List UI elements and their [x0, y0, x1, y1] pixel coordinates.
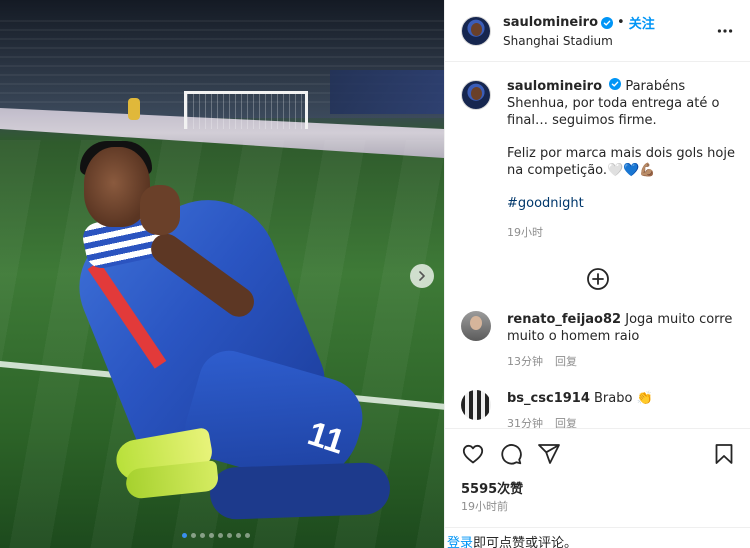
goalkeeper — [128, 98, 140, 120]
login-prompt-text: 即可点赞或评论。 — [473, 536, 578, 548]
reply-button[interactable]: 回复 — [555, 353, 577, 370]
action-bar — [445, 428, 750, 478]
comment-time: 13分钟 — [507, 355, 543, 368]
post-timestamp: 19小时前 — [461, 500, 508, 513]
avatar[interactable] — [461, 15, 491, 46]
share-button[interactable] — [537, 442, 561, 466]
comment-bubble-icon — [501, 443, 522, 464]
like-button[interactable] — [461, 442, 485, 466]
post-header: saulomineiro • 关注 Shanghai Stadium — [445, 0, 750, 62]
comment-time: 31分钟 — [507, 417, 543, 428]
login-prompt: 登录即可点赞或评论。 — [445, 527, 750, 548]
caption-time: 19小时 — [507, 226, 543, 239]
load-more-comments-button[interactable] — [445, 267, 750, 291]
more-options-button[interactable] — [714, 28, 736, 34]
heart-icon — [462, 444, 484, 463]
plus-circle-icon — [586, 268, 609, 290]
carousel-dot — [209, 533, 214, 538]
comment-username[interactable]: bs_csc1914 — [507, 391, 590, 406]
caption-username[interactable]: saulomineiro — [507, 79, 602, 94]
location-link[interactable]: Shanghai Stadium — [503, 34, 714, 48]
player-leg — [209, 461, 391, 521]
more-horizontal-icon — [717, 28, 733, 33]
next-photo-button[interactable] — [410, 264, 434, 288]
reply-button[interactable]: 回复 — [555, 415, 577, 428]
comment-button[interactable] — [499, 442, 523, 466]
comment-item: renato_feijao82 Joga muito corre muito o… — [445, 311, 750, 370]
avatar[interactable] — [461, 80, 491, 110]
comment-username[interactable]: renato_feijao82 — [507, 312, 621, 327]
comment-item: bs_csc1914 Brabo 👏 31分钟 回复 — [445, 390, 750, 428]
separator-dot: • — [617, 15, 625, 30]
header-username[interactable]: saulomineiro — [503, 15, 598, 30]
caption: saulomineiro Parabéns Shenhua, por toda … — [445, 62, 750, 241]
comments-list[interactable]: saulomineiro Parabéns Shenhua, por toda … — [445, 62, 750, 428]
paper-plane-icon — [538, 443, 560, 464]
comment-text: Brabo 👏 — [594, 391, 653, 406]
avatar[interactable] — [461, 311, 491, 341]
goal-net — [184, 91, 308, 129]
verified-badge-icon — [601, 16, 614, 29]
carousel-dot — [218, 533, 223, 538]
save-button[interactable] — [712, 442, 736, 466]
bookmark-icon — [715, 443, 733, 464]
post-sidebar: saulomineiro • 关注 Shanghai Stadium saulo… — [444, 0, 750, 548]
carousel-indicators — [182, 533, 250, 538]
chevron-right-icon — [419, 271, 425, 281]
carousel-dot — [236, 533, 241, 538]
stadium-banner — [330, 70, 444, 114]
carousel-dot — [182, 533, 187, 538]
login-link[interactable]: 登录 — [447, 536, 473, 548]
carousel-dot — [227, 533, 232, 538]
avatar[interactable] — [461, 390, 491, 420]
carousel-dot — [191, 533, 196, 538]
carousel-dot — [245, 533, 250, 538]
player-hand — [140, 185, 180, 235]
carousel-dot — [200, 533, 205, 538]
player: 11 — [60, 135, 400, 535]
post-photo[interactable]: 11 — [0, 0, 444, 548]
caption-text: Feliz por marca mais dois gols hoje na c… — [507, 146, 735, 178]
like-count[interactable]: 5595次赞 — [461, 478, 523, 497]
follow-button[interactable]: 关注 — [629, 13, 655, 32]
hashtag-link[interactable]: #goodnight — [507, 195, 736, 212]
verified-badge-icon — [609, 78, 622, 90]
